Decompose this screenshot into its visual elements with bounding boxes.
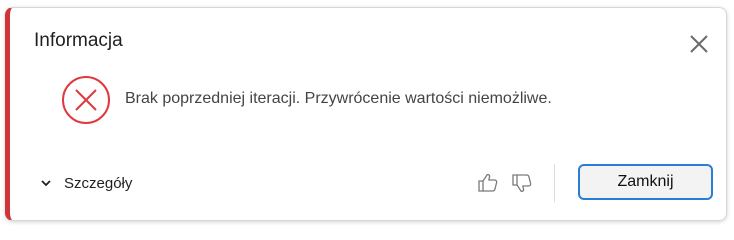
like-button[interactable] <box>476 171 500 195</box>
details-toggle[interactable]: Szczegóły <box>40 172 132 194</box>
close-dialog-button[interactable]: Zamknij <box>578 164 713 200</box>
close-button[interactable] <box>687 32 711 56</box>
thumbs-down-icon <box>512 174 532 193</box>
footer-divider <box>554 164 555 202</box>
details-label: Szczegóły <box>64 174 133 192</box>
close-icon <box>690 35 708 53</box>
dialog-message: Brak poprzedniej iteracji. Przywrócenie … <box>125 90 552 107</box>
information-dialog: Informacja Brak poprzedniej iteracji. Pr… <box>5 7 727 221</box>
dialog-title: Informacja <box>34 30 123 51</box>
chevron-down-icon <box>41 180 51 187</box>
thumbs-up-icon <box>478 173 498 192</box>
error-icon <box>60 74 112 126</box>
dislike-button[interactable] <box>510 171 534 195</box>
